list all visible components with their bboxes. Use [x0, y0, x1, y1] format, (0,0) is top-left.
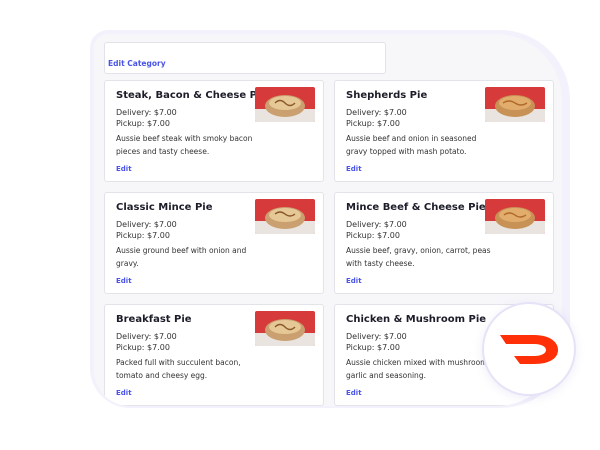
delivery-price: Delivery: $7.00 — [346, 332, 407, 341]
item-description: Aussie beef, gravy, onion, carrot, peas … — [346, 246, 491, 268]
delivery-price: Delivery: $7.00 — [346, 108, 407, 117]
pickup-price: Pickup: $7.00 — [116, 231, 170, 240]
pie-photo — [485, 87, 545, 122]
delivery-price: Delivery: $7.00 — [116, 108, 177, 117]
item-title: Shepherds Pie — [346, 90, 428, 101]
item-description: Aussie beef and onion in seasoned gravy … — [346, 134, 477, 156]
edit-item-link[interactable]: Edit — [116, 389, 132, 397]
delivery-price: Delivery: $7.00 — [346, 220, 407, 229]
pie-photo — [255, 311, 315, 346]
item-description: Aussie ground beef with onion and gravy. — [116, 246, 247, 268]
edit-item-link[interactable]: Edit — [116, 165, 132, 173]
pickup-price: Pickup: $7.00 — [116, 343, 170, 352]
item-title: Chicken & Mushroom Pie — [346, 314, 487, 325]
edit-item-link[interactable]: Edit — [116, 277, 132, 285]
item-title: Classic Mince Pie — [116, 202, 213, 213]
menu-item-card[interactable]: Mince Beef & Cheese Pie Delivery: $7.00 … — [334, 192, 554, 294]
pickup-price: Pickup: $7.00 — [346, 343, 400, 352]
pickup-price: Pickup: $7.00 — [346, 231, 400, 240]
delivery-price: Delivery: $7.00 — [116, 332, 177, 341]
pie-photo — [255, 87, 315, 122]
item-title: Breakfast Pie — [116, 314, 192, 325]
menu-item-card[interactable]: Classic Mince Pie Delivery: $7.00 Pickup… — [104, 192, 324, 294]
doordash-badge — [482, 302, 576, 396]
pickup-price: Pickup: $7.00 — [116, 119, 170, 128]
edit-category-link[interactable]: Edit Category — [108, 59, 166, 68]
edit-item-link[interactable]: Edit — [346, 165, 362, 173]
item-title: Mince Beef & Cheese Pie — [346, 202, 486, 213]
menu-item-card[interactable]: Breakfast Pie Delivery: $7.00 Pickup: $7… — [104, 304, 324, 406]
pie-photo — [255, 199, 315, 234]
delivery-price: Delivery: $7.00 — [116, 220, 177, 229]
doordash-logo-icon — [500, 335, 558, 364]
menu-item-card[interactable]: Steak, Bacon & Cheese Pie Delivery: $7.0… — [104, 80, 324, 182]
pie-photo — [485, 199, 545, 234]
item-description: Packed full with succulent bacon, tomato… — [116, 358, 241, 380]
pickup-price: Pickup: $7.00 — [346, 119, 400, 128]
category-header: Edit Category — [104, 42, 386, 74]
edit-item-link[interactable]: Edit — [346, 389, 362, 397]
item-title: Steak, Bacon & Cheese Pie — [116, 90, 268, 101]
item-description: Aussie beef steak with smoky bacon piece… — [116, 134, 253, 156]
item-description: Aussie chicken mixed with mushroom, garl… — [346, 358, 490, 380]
edit-item-link[interactable]: Edit — [346, 277, 362, 285]
menu-item-card[interactable]: Shepherds Pie Delivery: $7.00 Pickup: $7… — [334, 80, 554, 182]
